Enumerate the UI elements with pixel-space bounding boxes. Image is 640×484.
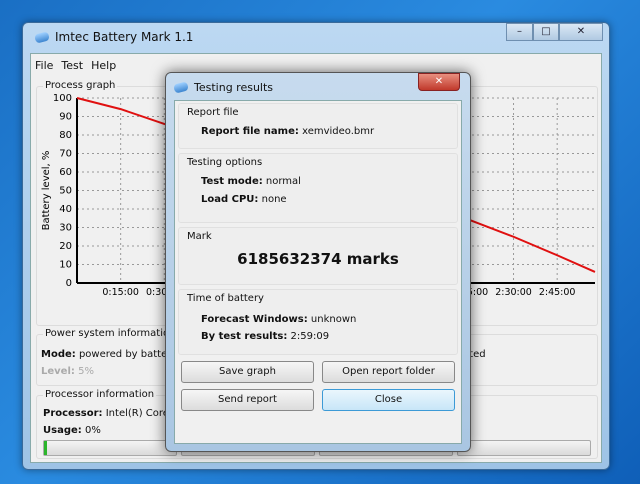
minimize-button[interactable]: –: [506, 23, 533, 41]
time-of-battery-group: Time of battery Forecast Windows: unknow…: [178, 289, 458, 355]
report-file-label: Report file: [187, 107, 239, 118]
level-label: Level:: [41, 366, 75, 377]
core-usage-bar: [457, 440, 591, 456]
test-mode-value: normal: [265, 176, 301, 187]
mark-label: Mark: [187, 231, 212, 242]
title-bar: Imtec Battery Mark 1.1: [34, 30, 194, 44]
process-graph-label: Process graph: [43, 80, 118, 91]
close-button[interactable]: ✕: [559, 23, 603, 41]
window-title: Imtec Battery Mark 1.1: [55, 30, 194, 44]
core-usage-fill: [44, 441, 47, 455]
forecast-value: unknown: [310, 314, 357, 325]
load-cpu-label: Load CPU:: [201, 194, 259, 205]
forecast-label: Forecast Windows:: [201, 314, 308, 325]
testing-results-dialog: Testing results ✕ Report file Report fil…: [165, 72, 471, 452]
save-graph-button[interactable]: Save graph: [181, 361, 314, 383]
processor-name-value: Intel(R) Core(: [105, 408, 173, 419]
power-label: Power system information: [43, 328, 178, 339]
processor-name-label: Processor:: [43, 408, 103, 419]
mark-group: Mark 6185632374 marks: [178, 227, 458, 285]
mark-value: 6185632374 marks: [237, 250, 399, 268]
maximize-button[interactable]: □: [533, 23, 559, 41]
level-value: 5%: [78, 366, 94, 377]
menu-test[interactable]: Test: [61, 59, 83, 72]
usage-label: Usage:: [43, 425, 82, 436]
usage-value: 0%: [84, 425, 101, 436]
core-usage-bar: [43, 440, 177, 456]
open-report-folder-button[interactable]: Open report folder: [322, 361, 455, 383]
mode-value: powered by battery: [78, 349, 178, 360]
dialog-close-action-button[interactable]: Close: [322, 389, 455, 411]
time-of-battery-label: Time of battery: [187, 293, 264, 304]
report-file-group: Report file Report file name: xemvideo.b…: [178, 103, 458, 149]
battery-app-icon: [173, 81, 189, 94]
report-name-value: xemvideo.bmr: [302, 126, 375, 137]
battery-app-icon: [34, 30, 50, 44]
report-name-label: Report file name:: [201, 126, 299, 137]
dialog-close-button[interactable]: ✕: [418, 73, 460, 91]
testing-options-group: Testing options Test mode: normal Load C…: [178, 153, 458, 223]
processor-label: Processor information: [43, 389, 157, 400]
by-test-value: 2:59:09: [290, 331, 330, 342]
test-mode-label: Test mode:: [201, 176, 263, 187]
testing-options-label: Testing options: [187, 157, 263, 168]
send-report-button[interactable]: Send report: [181, 389, 314, 411]
mode-label: Mode:: [41, 349, 76, 360]
menu-help[interactable]: Help: [91, 59, 116, 72]
dialog-title: Testing results: [194, 81, 274, 94]
menu-file[interactable]: File: [35, 59, 53, 72]
by-test-label: By test results:: [201, 331, 288, 342]
load-cpu-value: none: [261, 194, 287, 205]
